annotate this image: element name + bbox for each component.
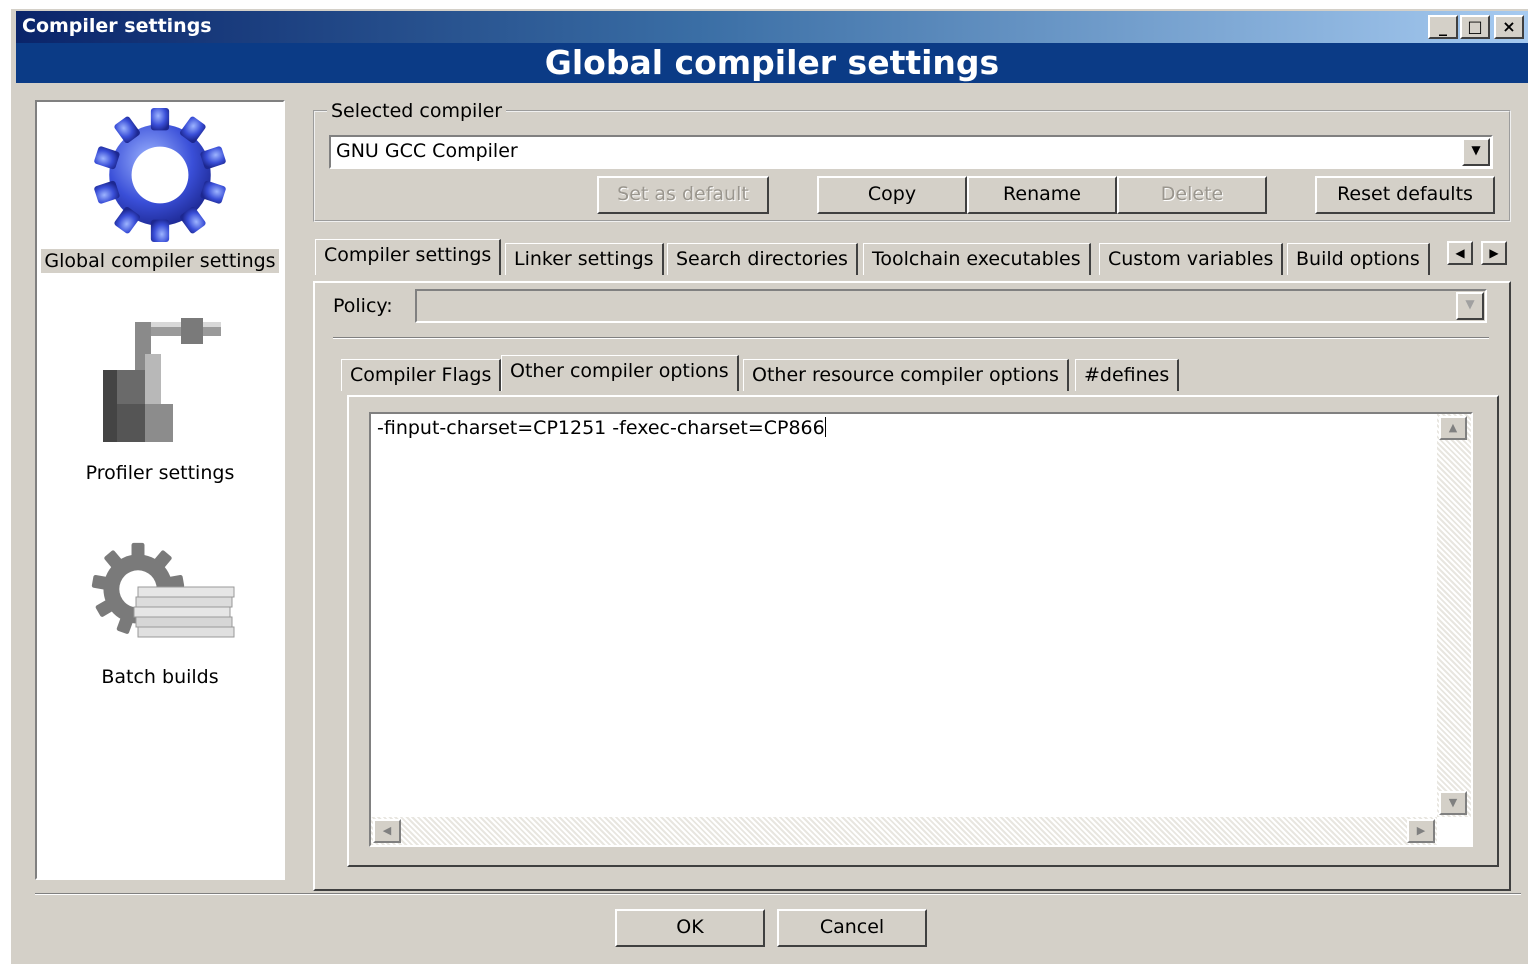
sidebar-item-global-compiler-settings[interactable]: Global compiler settings: [37, 108, 283, 273]
rename-button[interactable]: Rename: [967, 176, 1117, 214]
chevron-down-icon[interactable]: ▼: [1462, 138, 1490, 166]
vertical-scrollbar[interactable]: ▲ ▼: [1437, 414, 1471, 817]
sidebar-item-label: Profiler settings: [85, 462, 235, 484]
other-options-editor[interactable]: -finput-charset=CP1251 -fexec-charset=CP…: [369, 412, 1473, 847]
horizontal-scrollbar[interactable]: ◀ ▶: [371, 817, 1437, 845]
title-bar: Compiler settings _ □ ×: [16, 11, 1528, 43]
tab-scroll-right-button[interactable]: ▶: [1481, 241, 1507, 265]
scroll-down-button[interactable]: ▼: [1439, 791, 1467, 815]
sidebar-item-label: Batch builds: [101, 666, 219, 688]
batch-gear-icon: [91, 542, 235, 638]
ok-button[interactable]: OK: [615, 909, 765, 947]
compiler-select[interactable]: GNU GCC Compiler ▼: [329, 135, 1493, 169]
selected-compiler-legend: Selected compiler: [327, 100, 507, 122]
tab-custom-variables[interactable]: Custom variables: [1099, 243, 1284, 275]
tab-build-options[interactable]: Build options: [1287, 243, 1430, 275]
scroll-up-button[interactable]: ▲: [1439, 416, 1467, 440]
tab-linker-settings[interactable]: Linker settings: [505, 243, 664, 275]
tab-other-resource-compiler-options[interactable]: Other resource compiler options: [743, 359, 1069, 391]
policy-divider: [333, 337, 1489, 339]
close-button[interactable]: ×: [1494, 15, 1524, 39]
chevron-down-icon[interactable]: ▼: [1456, 292, 1484, 320]
compiler-select-value: GNU GCC Compiler: [336, 140, 518, 162]
sidebar-item-batch-builds[interactable]: Batch builds: [37, 538, 283, 689]
reset-defaults-button[interactable]: Reset defaults: [1315, 176, 1495, 214]
sidebar-item-label: Global compiler settings: [41, 249, 279, 273]
scroll-left-button[interactable]: ◀: [373, 819, 401, 843]
footer-divider: [35, 893, 1521, 895]
policy-select[interactable]: ▼: [415, 289, 1487, 323]
tab-toolchain-executables[interactable]: Toolchain executables: [863, 243, 1091, 275]
minimize-button[interactable]: _: [1428, 15, 1458, 39]
tab-other-compiler-options[interactable]: Other compiler options: [501, 355, 739, 391]
editor-text: -finput-charset=CP1251 -fexec-charset=CP…: [377, 417, 825, 439]
caliper-icon: [103, 318, 221, 442]
tab-compiler-settings[interactable]: Compiler settings: [315, 239, 502, 275]
set-as-default-button[interactable]: Set as default: [597, 176, 769, 214]
tab-search-directories[interactable]: Search directories: [667, 243, 858, 275]
compiler-settings-window: Compiler settings _ □ × Global compiler …: [10, 8, 1528, 964]
policy-label: Policy:: [333, 295, 393, 317]
page-title: Global compiler settings: [16, 43, 1528, 83]
tab-defines[interactable]: #defines: [1075, 359, 1180, 391]
copy-button[interactable]: Copy: [817, 176, 967, 214]
scroll-right-button[interactable]: ▶: [1407, 819, 1435, 843]
window-title: Compiler settings: [22, 15, 212, 37]
text-caret: [824, 417, 826, 437]
tab-compiler-flags[interactable]: Compiler Flags: [341, 359, 502, 391]
maximize-button[interactable]: □: [1460, 15, 1490, 39]
settings-sidebar: Global compiler settings Profiler settin…: [35, 100, 285, 880]
sidebar-item-profiler-settings[interactable]: Profiler settings: [37, 314, 283, 485]
delete-button[interactable]: Delete: [1117, 176, 1267, 214]
cancel-button[interactable]: Cancel: [777, 909, 927, 947]
tab-scroll-left-button[interactable]: ◀: [1447, 241, 1473, 265]
gear-icon: [94, 108, 226, 242]
